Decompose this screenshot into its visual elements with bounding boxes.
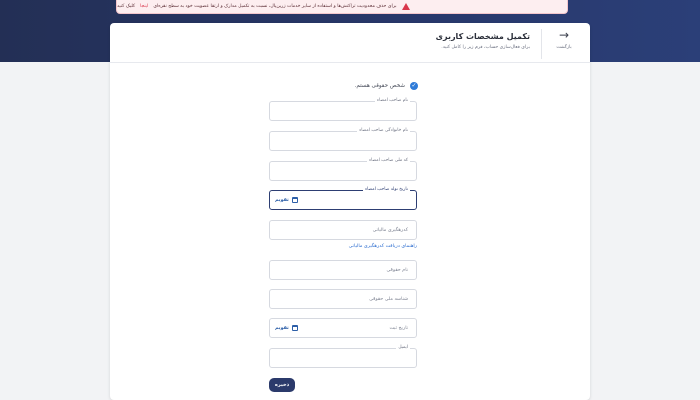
signer-first-name-input[interactable]: نام صاحب امضاء bbox=[269, 98, 417, 121]
page-title: تکمیل مشخصات کاربری bbox=[435, 32, 530, 41]
company-name-input[interactable]: نام حقوقی bbox=[269, 260, 417, 280]
back-button[interactable]: → بازگشت bbox=[548, 29, 580, 57]
legal-entity-checkbox[interactable]: ✓ شخص حقوقی هستم. bbox=[355, 82, 418, 90]
calendar-button[interactable]: تقویم bbox=[275, 197, 298, 203]
header-divider bbox=[541, 29, 542, 59]
calendar-button-registration[interactable]: تقویم bbox=[275, 325, 298, 331]
signer-national-code-input[interactable]: کد ملی صاحب امضاء bbox=[269, 158, 417, 181]
signer-first-name-label: نام صاحب امضاء bbox=[375, 98, 410, 104]
card-header: → بازگشت تکمیل مشخصات کاربری برای فعال‌س… bbox=[110, 23, 590, 63]
warning-icon bbox=[401, 3, 410, 10]
check-icon: ✓ bbox=[410, 82, 418, 90]
calendar-icon bbox=[291, 197, 298, 203]
company-national-id-placeholder: شناسه ملی حقوقی bbox=[369, 297, 408, 302]
signer-birth-date-label: تاریخ تولد صاحب امضاء bbox=[363, 187, 410, 193]
calendar-label: تقویم bbox=[275, 325, 289, 331]
company-national-id-input[interactable]: شناسه ملی حقوقی bbox=[269, 289, 417, 309]
back-label: بازگشت bbox=[556, 45, 572, 50]
profile-form-card: → بازگشت تکمیل مشخصات کاربری برای فعال‌س… bbox=[110, 23, 590, 400]
save-button[interactable]: ذخیره bbox=[269, 378, 295, 392]
alert-link[interactable]: اینجا bbox=[140, 4, 148, 9]
page-subtitle: برای فعال‌سازی حساب، فرم زیر را کامل کنی… bbox=[441, 45, 530, 50]
calendar-label: تقویم bbox=[275, 197, 289, 203]
registration-date-placeholder: تاریخ ثبت bbox=[389, 326, 408, 331]
calendar-icon bbox=[291, 325, 298, 331]
tax-tracking-code-input[interactable]: کدرهگیری مالیاتی bbox=[269, 220, 417, 240]
registration-date-input[interactable]: تاریخ ثبت تقویم bbox=[269, 318, 417, 338]
legal-entity-label: شخص حقوقی هستم. bbox=[354, 83, 405, 89]
alert-suffix: کلیک کنید bbox=[117, 4, 136, 9]
tax-tracking-code-placeholder: کدرهگیری مالیاتی bbox=[372, 228, 408, 233]
signer-birth-date-input[interactable]: تاریخ تولد صاحب امضاء تقویم bbox=[269, 187, 417, 210]
company-name-placeholder: نام حقوقی bbox=[386, 268, 408, 273]
signer-last-name-label: نام خانوادگی صاحب امضاء bbox=[357, 128, 410, 134]
tax-help-link[interactable]: راهنمای دریافت کدرهگیری مالیاتی bbox=[349, 244, 417, 249]
email-label: ایمیل bbox=[396, 345, 410, 351]
alert-text: برای حذف محدودیت تراکنش‌ها و استفاده از … bbox=[153, 4, 397, 9]
email-input[interactable]: ایمیل bbox=[269, 345, 417, 368]
arrow-right-icon: → bbox=[558, 28, 570, 42]
signer-national-code-label: کد ملی صاحب امضاء bbox=[367, 158, 410, 164]
signer-last-name-input[interactable]: نام خانوادگی صاحب امضاء bbox=[269, 128, 417, 151]
upgrade-alert: برای حذف محدودیت تراکنش‌ها و استفاده از … bbox=[116, 0, 568, 14]
